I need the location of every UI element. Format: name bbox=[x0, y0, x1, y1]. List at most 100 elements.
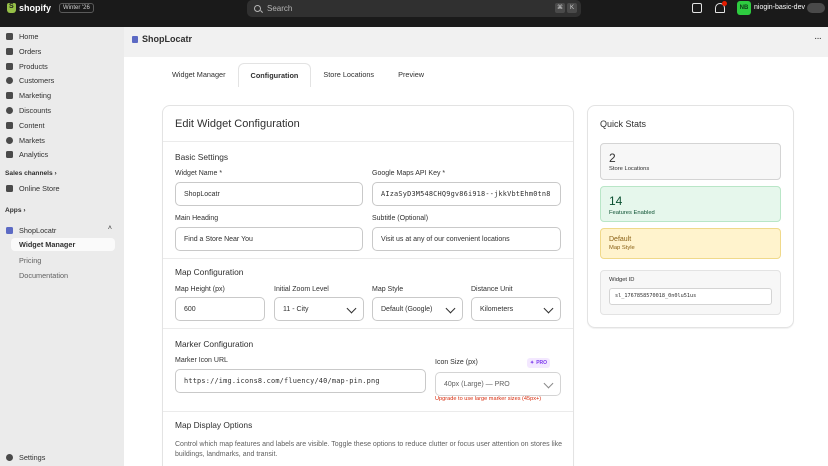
distance-unit-label: Distance Unit bbox=[471, 286, 513, 293]
api-key-field[interactable]: AIzaSyD3M548CHQ9gv86i918--jkkVbtEhm0tn8 bbox=[372, 182, 561, 206]
analytics-icon bbox=[6, 151, 13, 158]
sidebar-item-label: Orders bbox=[19, 47, 42, 56]
sidebar-item-markets[interactable]: Markets bbox=[0, 134, 45, 147]
stat-value: Default bbox=[609, 236, 632, 243]
map-style-select[interactable]: Default (Google) bbox=[372, 297, 463, 321]
apps-section[interactable]: Apps › bbox=[5, 207, 26, 214]
pro-badge-text: PRO bbox=[536, 360, 548, 366]
sparkle-icon: ✦ bbox=[530, 360, 535, 366]
sidebar-item-label: Markets bbox=[19, 136, 45, 145]
distance-unit-select[interactable]: Kilometers bbox=[471, 297, 561, 321]
zoom-level-value: 11 - City bbox=[283, 305, 309, 313]
divider bbox=[163, 258, 573, 259]
distance-unit-value: Kilometers bbox=[480, 305, 514, 313]
sidebar-item-label: Marketing bbox=[19, 91, 52, 100]
sidebar-item-documentation[interactable]: Documentation bbox=[19, 271, 68, 280]
sidebar-item-customers[interactable]: Customers bbox=[0, 74, 54, 87]
brand-name: shopify bbox=[19, 3, 52, 13]
api-key-label: Google Maps API Key * bbox=[372, 170, 446, 177]
divider bbox=[163, 411, 573, 412]
tab-preview[interactable]: Preview bbox=[386, 63, 436, 87]
app-title: ShopLocatr bbox=[132, 34, 192, 44]
chevron-down-icon bbox=[445, 303, 456, 314]
sidebar-item-label: Content bbox=[19, 121, 45, 130]
shopify-logo[interactable]: shopify Winter '26 bbox=[7, 3, 94, 13]
shoplocatr-logo-icon bbox=[132, 35, 138, 43]
quick-stats-card: Quick Stats 2 Store Locations 14 Feature… bbox=[587, 105, 794, 328]
stat-map-style: Default Map Style bbox=[600, 228, 781, 259]
stat-value: 2 bbox=[609, 151, 616, 165]
stat-value: 14 bbox=[609, 194, 623, 208]
divider bbox=[163, 141, 573, 142]
marker-icon-url-field[interactable]: https://img.icons8.com/fluency/40/map-pi… bbox=[175, 369, 426, 393]
account-name[interactable]: niogin-basic-dev bbox=[754, 4, 805, 11]
search-bar[interactable]: Search ⌘ K bbox=[247, 0, 581, 17]
content-icon bbox=[6, 122, 13, 129]
sidebar-item-home[interactable]: Home bbox=[0, 30, 38, 43]
tab-bar: Widget Manager Configuration Store Locat… bbox=[160, 63, 436, 87]
widget-id-field[interactable]: sl_1767858570018_0n0lu51us bbox=[609, 288, 772, 305]
sales-channels-section[interactable]: Sales channels › bbox=[5, 170, 57, 177]
stat-store-locations: 2 Store Locations bbox=[600, 143, 781, 180]
map-style-label: Map Style bbox=[372, 286, 404, 293]
tab-configuration[interactable]: Configuration bbox=[237, 63, 312, 87]
stat-label: Features Enabled bbox=[609, 210, 655, 216]
sidebar-item-settings[interactable]: Settings bbox=[0, 451, 45, 464]
sidebar-item-label: Discounts bbox=[19, 106, 52, 115]
chevron-down-icon bbox=[543, 303, 554, 314]
sidebar-item-shoplocatr[interactable]: ShopLocatr ˄ bbox=[0, 224, 118, 237]
subtitle-label: Subtitle (Optional) bbox=[372, 215, 429, 222]
stat-label: Store Locations bbox=[609, 166, 650, 172]
subtitle-field[interactable]: Visit us at any of our convenient locati… bbox=[372, 227, 561, 251]
account-menu-toggle[interactable] bbox=[807, 3, 825, 13]
widget-name-label: Widget Name * bbox=[175, 170, 223, 177]
sidebar-item-marketing[interactable]: Marketing bbox=[0, 89, 51, 102]
chevron-up-icon: ˄ bbox=[107, 225, 112, 232]
main-area: ShopLocatr ··· Widget Manager Configurat… bbox=[124, 27, 828, 466]
edit-config-card: Edit Widget Configuration Basic Settings… bbox=[162, 105, 574, 466]
sidebar: Home Orders Products Customers Marketing… bbox=[0, 27, 124, 466]
sidebar-item-orders[interactable]: Orders bbox=[0, 45, 41, 58]
marker-config-heading: Marker Configuration bbox=[175, 339, 254, 349]
sidebar-item-label: ShopLocatr bbox=[19, 226, 57, 235]
markets-icon bbox=[6, 137, 13, 144]
card-title: Edit Widget Configuration bbox=[175, 118, 300, 130]
marker-icon-url-label: Marker Icon URL bbox=[175, 357, 228, 364]
sidebar-item-content[interactable]: Content bbox=[0, 119, 45, 132]
sidebar-item-label: Online Store bbox=[19, 184, 60, 193]
icon-size-select[interactable]: 40px (Large) — PRO bbox=[435, 372, 561, 396]
widget-id-label: Widget ID bbox=[609, 277, 635, 283]
avatar[interactable]: NB bbox=[737, 1, 751, 15]
chevron-down-icon bbox=[346, 303, 357, 314]
sidebar-item-discounts[interactable]: Discounts bbox=[0, 104, 51, 117]
divider bbox=[163, 328, 573, 329]
tab-widget-manager[interactable]: Widget Manager bbox=[160, 63, 238, 87]
chevron-down-icon bbox=[543, 378, 554, 389]
shopify-bag-icon bbox=[7, 3, 16, 13]
upgrade-note: Upgrade to use large marker sizes (45px+… bbox=[435, 396, 542, 402]
sidebar-item-label: Customers bbox=[19, 76, 55, 85]
display-options-heading: Map Display Options bbox=[175, 420, 253, 430]
orders-icon bbox=[6, 48, 13, 55]
sidebar-item-products[interactable]: Products bbox=[0, 60, 48, 73]
zoom-level-select[interactable]: 11 - City bbox=[274, 297, 364, 321]
sidebar-item-pricing[interactable]: Pricing bbox=[19, 256, 41, 265]
more-actions-icon[interactable]: ··· bbox=[814, 33, 822, 44]
app-header: ShopLocatr ··· bbox=[124, 27, 828, 57]
store-icon[interactable] bbox=[692, 3, 702, 13]
online-store-icon bbox=[6, 185, 13, 192]
sidebar-item-online-store[interactable]: Online Store bbox=[0, 182, 60, 195]
quick-stats-title: Quick Stats bbox=[600, 119, 647, 129]
home-icon bbox=[6, 33, 13, 40]
tab-store-locations[interactable]: Store Locations bbox=[311, 63, 386, 87]
sidebar-item-analytics[interactable]: Analytics bbox=[0, 148, 48, 161]
sidebar-item-widget-manager[interactable]: Widget Manager bbox=[11, 238, 115, 251]
map-config-heading: Map Configuration bbox=[175, 267, 244, 277]
icon-size-label: Icon Size (px) bbox=[435, 359, 478, 366]
main-heading-field[interactable]: Find a Store Near You bbox=[175, 227, 363, 251]
widget-name-field[interactable]: ShopLocatr bbox=[175, 182, 363, 206]
stat-label: Map Style bbox=[609, 245, 635, 251]
search-placeholder: Search bbox=[267, 4, 293, 13]
map-height-field[interactable]: 600 bbox=[175, 297, 265, 321]
products-icon bbox=[6, 63, 13, 70]
